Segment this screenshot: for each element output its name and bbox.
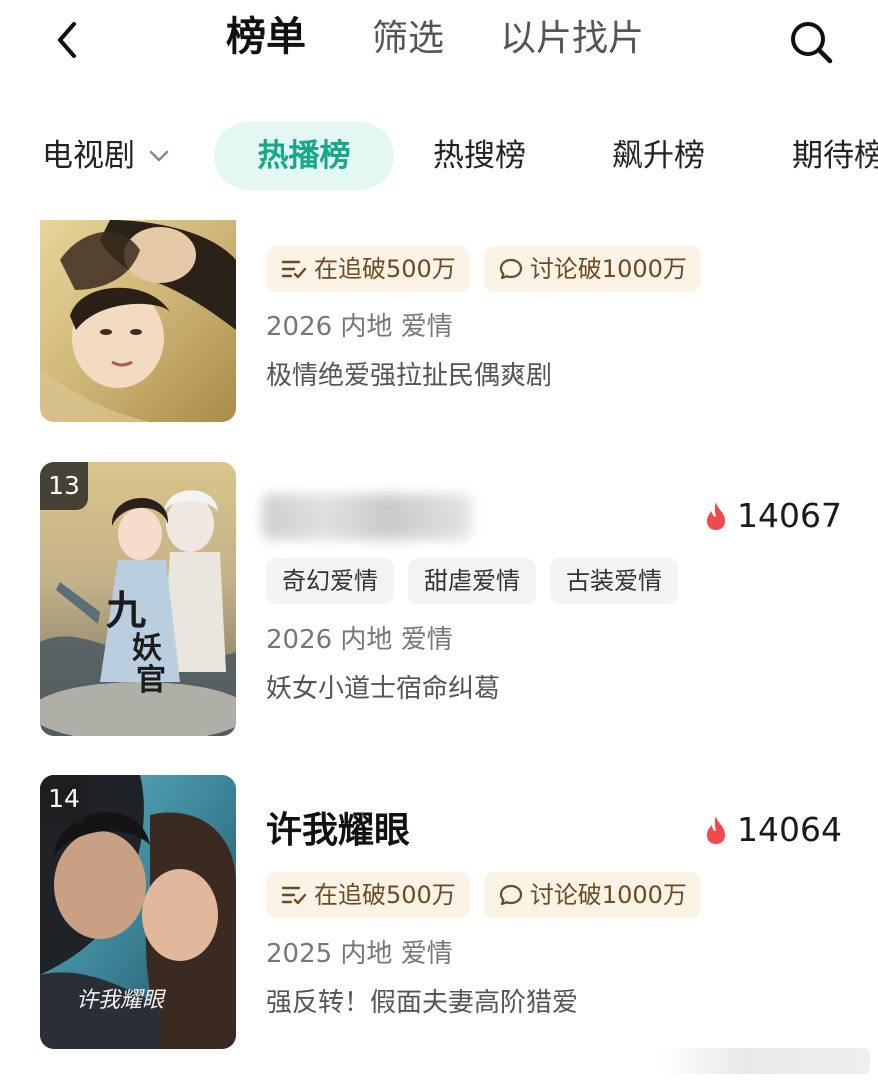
rank-badge: 13	[40, 462, 88, 510]
poster-image[interactable]: 许我耀眼 14	[40, 775, 236, 1049]
top-navigation-bar: 榜单 筛选 以片找片	[0, 0, 878, 90]
tab-anticipated[interactable]: 期待榜	[792, 122, 878, 190]
genre-tag[interactable]: 甜虐爱情	[408, 558, 536, 604]
category-selected-label: 电视剧	[42, 138, 135, 174]
rank-badge: 14	[40, 775, 88, 823]
poster-title-text: 许我耀眼	[76, 988, 167, 1013]
search-icon	[791, 22, 833, 64]
item-description: 强反转！假面夫妻高阶猎爱	[266, 988, 579, 1018]
tab-hot-search[interactable]: 热搜榜	[433, 122, 526, 190]
tag-row: 奇幻爱情 甜虐爱情 古装爱情	[266, 558, 678, 604]
item-description: 极情绝爱强拉扯民偶爽剧	[266, 361, 553, 391]
tab-filter[interactable]: 筛选	[372, 14, 444, 64]
discussion-count-tag: 讨论破1000万	[483, 872, 701, 918]
category-dropdown[interactable]: 电视剧	[42, 134, 169, 178]
heat-score: 14064	[703, 810, 842, 849]
watermark	[660, 1048, 870, 1074]
tag-row: 在追破500万 讨论破1000万	[266, 872, 701, 918]
item-title[interactable]: 许我耀眼	[266, 806, 410, 856]
genre-tag[interactable]: 奇幻爱情	[266, 558, 394, 604]
tab-hot-play[interactable]: 热播榜	[214, 122, 394, 190]
back-button[interactable]	[48, 18, 88, 62]
item-meta: 2025 内地 爱情	[266, 939, 453, 969]
category-bar: 电视剧 热播榜 热搜榜 飙升榜 期待榜	[0, 118, 878, 194]
list-check-icon	[281, 886, 307, 905]
search-button[interactable]	[784, 16, 838, 66]
svg-text:九: 九	[106, 587, 146, 634]
heat-score: 14067	[703, 496, 842, 535]
following-count-tag: 在追破500万	[266, 872, 470, 918]
item-description: 妖女小道士宿命纠葛	[266, 674, 501, 704]
item-meta: 2026 内地 爱情	[266, 625, 453, 655]
poster-image[interactable]: 九 妖 官 13	[40, 462, 236, 736]
svg-text:官: 官	[136, 663, 166, 698]
discussion-count-tag: 讨论破1000万	[483, 246, 701, 292]
tab-rising[interactable]: 飙升榜	[612, 122, 705, 190]
following-count-tag: 在追破500万	[266, 246, 470, 292]
list-check-icon	[281, 260, 307, 279]
genre-tag[interactable]: 古装爱情	[550, 558, 678, 604]
blurred-title	[262, 494, 472, 540]
chevron-left-icon	[58, 22, 76, 58]
tab-find-by-show[interactable]: 以片找片	[500, 14, 644, 64]
flame-icon	[707, 815, 726, 844]
poster-image[interactable]	[40, 220, 236, 422]
chat-bubble-icon	[499, 258, 522, 280]
item-meta: 2026 内地 爱情	[266, 312, 453, 342]
poster-artwork	[40, 220, 236, 422]
tag-row: 在追破500万 讨论破1000万	[266, 246, 701, 292]
svg-text:妖: 妖	[132, 631, 162, 666]
chevron-down-icon	[149, 150, 169, 162]
chat-bubble-icon	[499, 884, 522, 906]
tab-rankings[interactable]: 榜单	[226, 12, 306, 62]
flame-icon	[707, 501, 726, 530]
